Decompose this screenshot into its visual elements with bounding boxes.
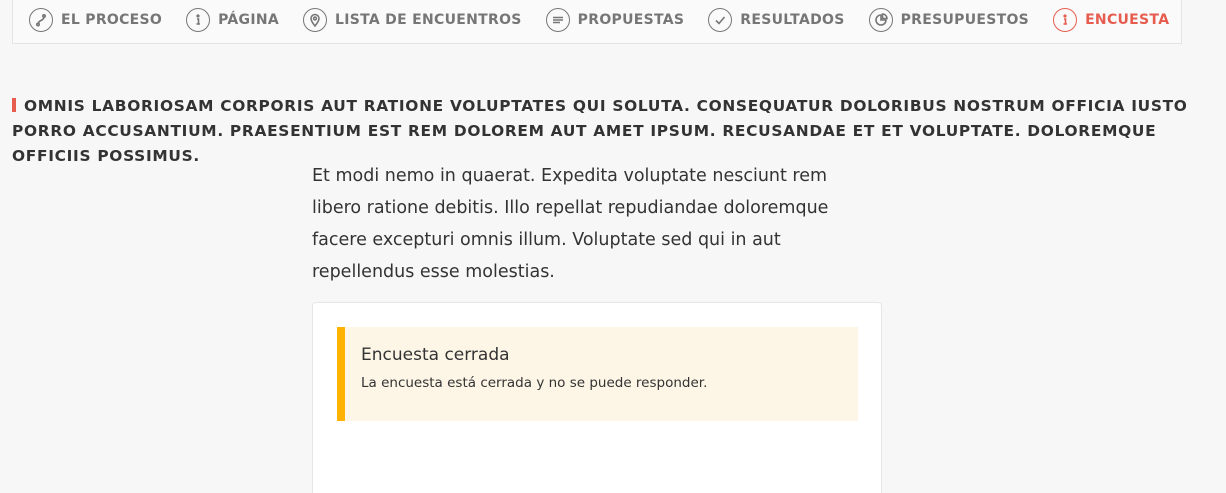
nav-item-el-proceso[interactable]: EL PROCESO [29, 8, 162, 32]
survey-title: Omnis laboriosam corporis aut ratione vo… [12, 97, 1188, 165]
check-icon [708, 8, 733, 32]
callout-title: Encuesta cerrada [361, 345, 510, 365]
nav-item-lista-de-encuentros[interactable]: LISTA DE ENCUENTROS [303, 8, 522, 32]
nav-item-presupuestos[interactable]: PRESUPUESTOS [868, 8, 1030, 32]
nav-item-label: PROPUESTAS [577, 12, 685, 28]
survey-title-block: Omnis laboriosam corporis aut ratione vo… [12, 94, 1212, 169]
nav-item-label: PRESUPUESTOS [900, 12, 1030, 28]
nav-item-label: RESULTADOS [740, 12, 845, 28]
pie-icon [868, 8, 893, 32]
nav-item-label: EL PROCESO [61, 12, 163, 28]
survey-closed-callout: Encuesta cerrada La encuesta está cerrad… [337, 327, 858, 421]
process-nav: EL PROCESO PÁGINA LISTA DE ENCUENTROS PR… [12, 0, 1182, 44]
survey-card: Encuesta cerrada La encuesta está cerrad… [312, 302, 882, 493]
title-accent-bar [12, 98, 16, 112]
survey-description: Et modi nemo in quaerat. Expedita volupt… [312, 166, 829, 282]
nav-item-label: LISTA DE ENCUENTROS [335, 12, 522, 28]
nav-item-label: PÁGINA [218, 12, 279, 28]
info-icon [1053, 8, 1078, 32]
info-icon [186, 8, 211, 32]
nav-item-pagina[interactable]: PÁGINA [186, 8, 279, 32]
nav-item-resultados[interactable]: RESULTADOS [708, 8, 844, 32]
process-icon [29, 8, 53, 32]
callout-text: La encuesta está cerrada y no se puede r… [361, 375, 708, 391]
nav-item-label: ENCUESTA [1085, 12, 1170, 28]
nav-item-propuestas[interactable]: PROPUESTAS [545, 8, 685, 32]
nav-item-encuesta[interactable]: ENCUESTA [1053, 8, 1169, 32]
map-pin-icon [303, 8, 327, 32]
lines-icon [545, 8, 570, 32]
